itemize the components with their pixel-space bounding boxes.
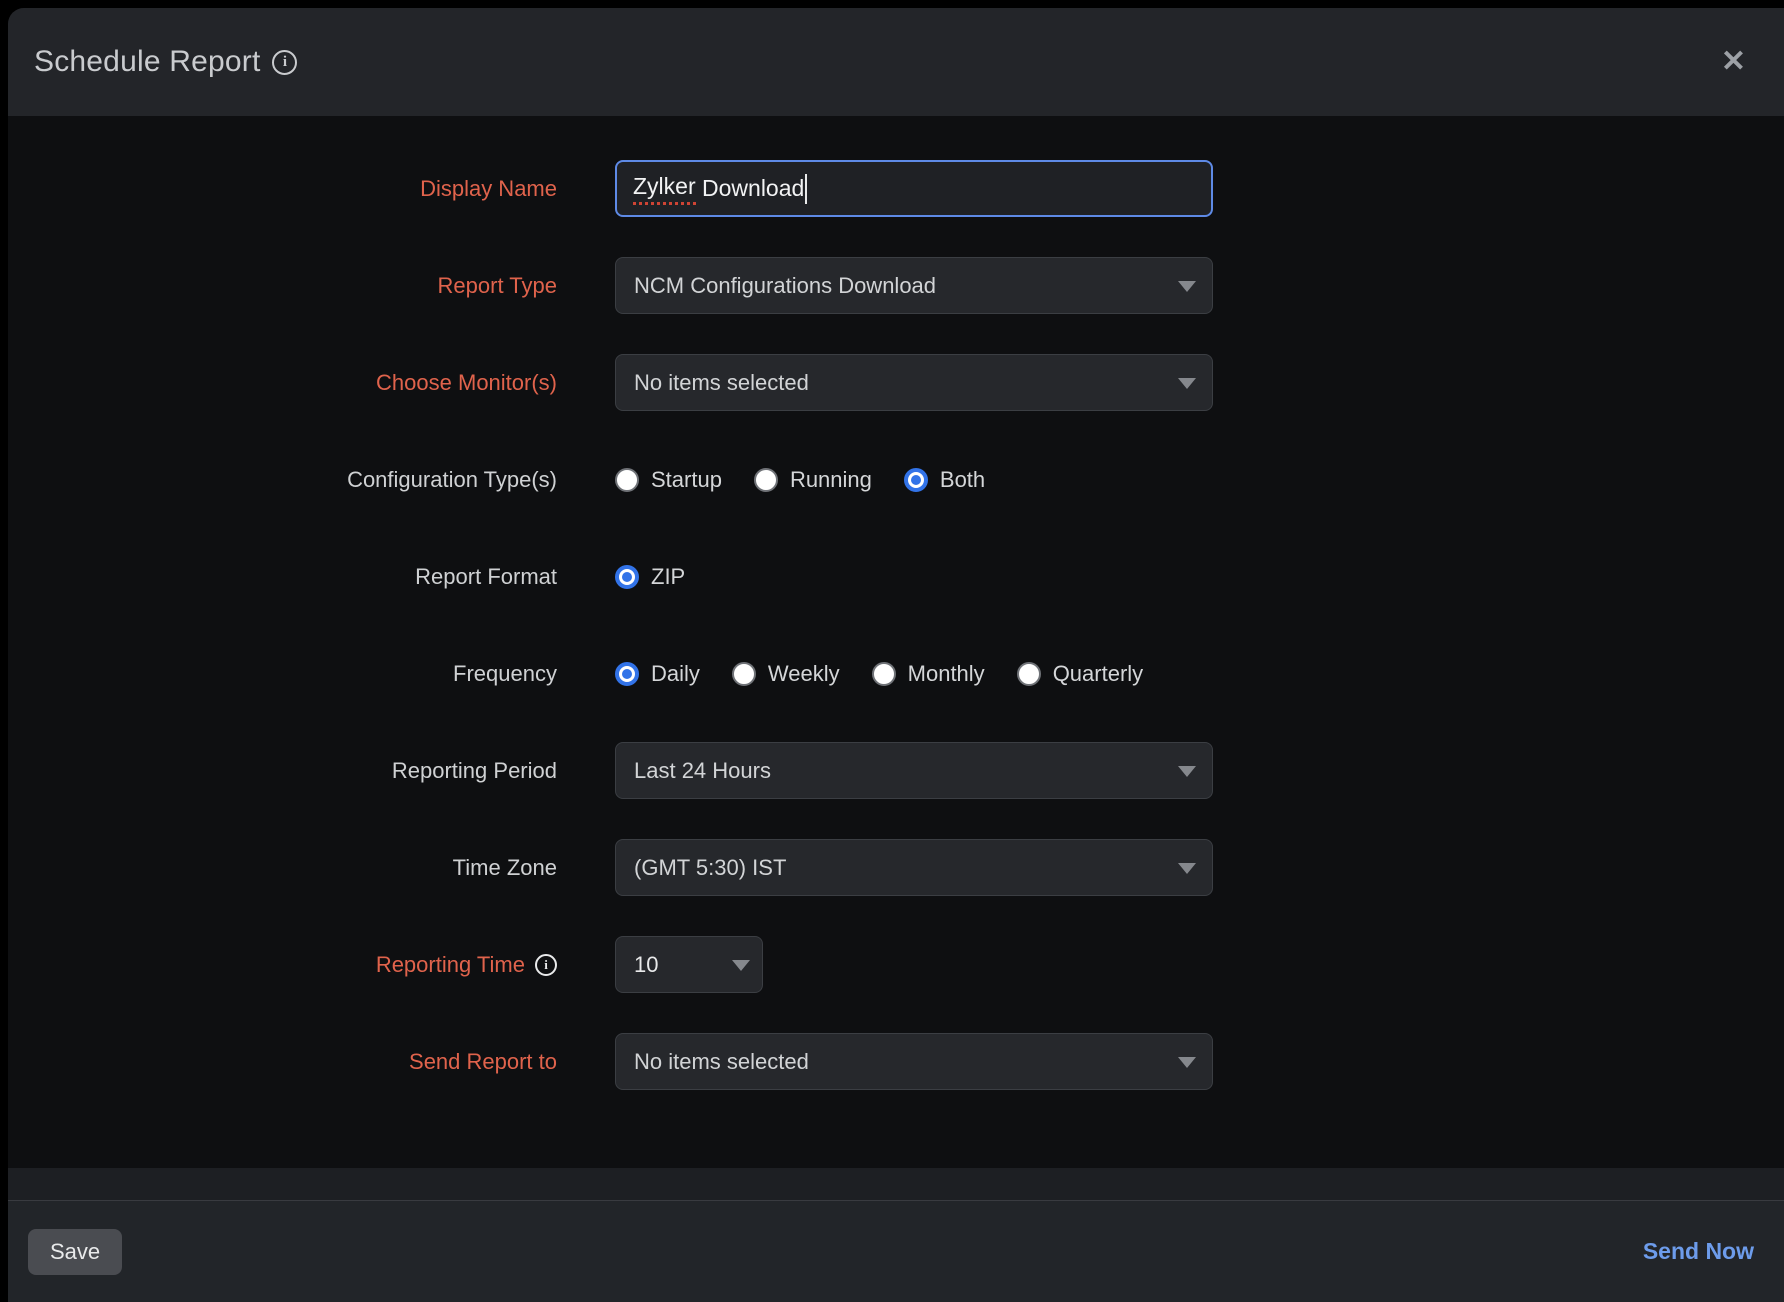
send-report-to-control: No items selected [615, 1033, 1213, 1090]
reporting-time-value: 10 [634, 952, 658, 978]
dialog-header: Schedule Report i ✕ [8, 8, 1784, 116]
radio-weekly[interactable]: Weekly [732, 661, 840, 687]
reporting-period-dropdown[interactable]: Last 24 Hours [615, 742, 1213, 799]
time-zone-control: (GMT 5:30) IST [615, 839, 1213, 896]
radio-selected-icon [615, 565, 639, 589]
time-zone-label: Time Zone [453, 855, 557, 881]
form-row-frequency: Frequency Daily Weekly Monthly Quarterl [8, 645, 1784, 702]
reporting-period-control: Last 24 Hours [615, 742, 1213, 799]
save-button[interactable]: Save [28, 1229, 122, 1275]
form-row-report-type: Report Type NCM Configurations Download [8, 257, 1784, 314]
report-type-label: Report Type [438, 273, 557, 299]
reporting-time-control: 10 [615, 936, 763, 993]
choose-monitors-label-col: Choose Monitor(s) [8, 370, 557, 396]
radio-unselected-icon [872, 662, 896, 686]
configuration-types-label: Configuration Type(s) [347, 467, 557, 493]
form-row-configuration-types: Configuration Type(s) Startup Running Bo… [8, 451, 1784, 508]
configuration-types-radio-group: Startup Running Both [615, 467, 985, 493]
dialog-title: Schedule Report [34, 45, 260, 79]
reporting-time-label-col: Reporting Time i [8, 952, 557, 978]
chevron-down-icon [1178, 766, 1196, 777]
text-cursor [805, 174, 807, 204]
form-row-reporting-period: Reporting Period Last 24 Hours [8, 742, 1784, 799]
radio-unselected-icon [732, 662, 756, 686]
send-report-to-label-col: Send Report to [8, 1049, 557, 1075]
radio-daily[interactable]: Daily [615, 661, 700, 687]
reporting-time-info-icon[interactable]: i [535, 954, 557, 976]
send-report-to-dropdown[interactable]: No items selected [615, 1033, 1213, 1090]
send-report-to-label: Send Report to [409, 1049, 557, 1075]
radio-quarterly[interactable]: Quarterly [1017, 661, 1143, 687]
display-name-value-misspelled: Zylker [633, 173, 696, 205]
form-row-choose-monitors: Choose Monitor(s) No items selected [8, 354, 1784, 411]
reporting-period-value: Last 24 Hours [634, 758, 771, 784]
form-row-report-format: Report Format ZIP [8, 548, 1784, 605]
close-icon[interactable]: ✕ [1721, 47, 1746, 77]
radio-selected-icon [904, 468, 928, 492]
choose-monitors-value: No items selected [634, 370, 809, 396]
report-format-label: Report Format [415, 564, 557, 590]
form-row-reporting-time: Reporting Time i 10 [8, 936, 1784, 993]
radio-selected-icon [615, 662, 639, 686]
radio-zip[interactable]: ZIP [615, 564, 685, 590]
report-format-radio-group: ZIP [615, 564, 685, 590]
title-info-icon[interactable]: i [272, 50, 297, 75]
report-type-control: NCM Configurations Download [615, 257, 1213, 314]
radio-unselected-icon [754, 468, 778, 492]
report-type-dropdown[interactable]: NCM Configurations Download [615, 257, 1213, 314]
form-row-send-report-to: Send Report to No items selected [8, 1033, 1784, 1090]
chevron-down-icon [1178, 863, 1196, 874]
send-report-to-value: No items selected [634, 1049, 809, 1075]
choose-monitors-control: No items selected [615, 354, 1213, 411]
configuration-types-label-col: Configuration Type(s) [8, 467, 557, 493]
frequency-radio-group: Daily Weekly Monthly Quarterly [615, 661, 1143, 687]
radio-monthly[interactable]: Monthly [872, 661, 985, 687]
dialog-body: Display Name Zylker Download Report Type… [8, 116, 1784, 1168]
reporting-time-dropdown[interactable]: 10 [615, 936, 763, 993]
chevron-down-icon [1178, 281, 1196, 292]
send-now-link[interactable]: Send Now [1643, 1238, 1754, 1265]
schedule-report-dialog: Schedule Report i ✕ Display Name Zylker … [8, 8, 1784, 1302]
chevron-down-icon [1178, 378, 1196, 389]
radio-unselected-icon [615, 468, 639, 492]
display-name-label-col: Display Name [8, 176, 557, 202]
display-name-value-rest: Download [696, 175, 805, 202]
time-zone-value: (GMT 5:30) IST [634, 855, 786, 881]
form-row-time-zone: Time Zone (GMT 5:30) IST [8, 839, 1784, 896]
footer-spacer [8, 1168, 1784, 1200]
form-row-display-name: Display Name Zylker Download [8, 160, 1784, 217]
choose-monitors-dropdown[interactable]: No items selected [615, 354, 1213, 411]
reporting-period-label-col: Reporting Period [8, 758, 557, 784]
report-format-label-col: Report Format [8, 564, 557, 590]
display-name-input[interactable]: Zylker Download [615, 160, 1213, 217]
reporting-time-label: Reporting Time [376, 952, 525, 978]
display-name-label: Display Name [420, 176, 557, 202]
frequency-label-col: Frequency [8, 661, 557, 687]
radio-startup[interactable]: Startup [615, 467, 722, 493]
frequency-label: Frequency [453, 661, 557, 687]
dialog-footer: Save Send Now [8, 1200, 1784, 1302]
radio-unselected-icon [1017, 662, 1041, 686]
radio-running[interactable]: Running [754, 467, 872, 493]
report-type-value: NCM Configurations Download [634, 273, 936, 299]
time-zone-label-col: Time Zone [8, 855, 557, 881]
choose-monitors-label: Choose Monitor(s) [376, 370, 557, 396]
time-zone-dropdown[interactable]: (GMT 5:30) IST [615, 839, 1213, 896]
reporting-period-label: Reporting Period [392, 758, 557, 784]
radio-both[interactable]: Both [904, 467, 985, 493]
report-type-label-col: Report Type [8, 273, 557, 299]
chevron-down-icon [1178, 1057, 1196, 1068]
chevron-down-icon [732, 960, 750, 971]
display-name-control: Zylker Download [615, 160, 1213, 217]
